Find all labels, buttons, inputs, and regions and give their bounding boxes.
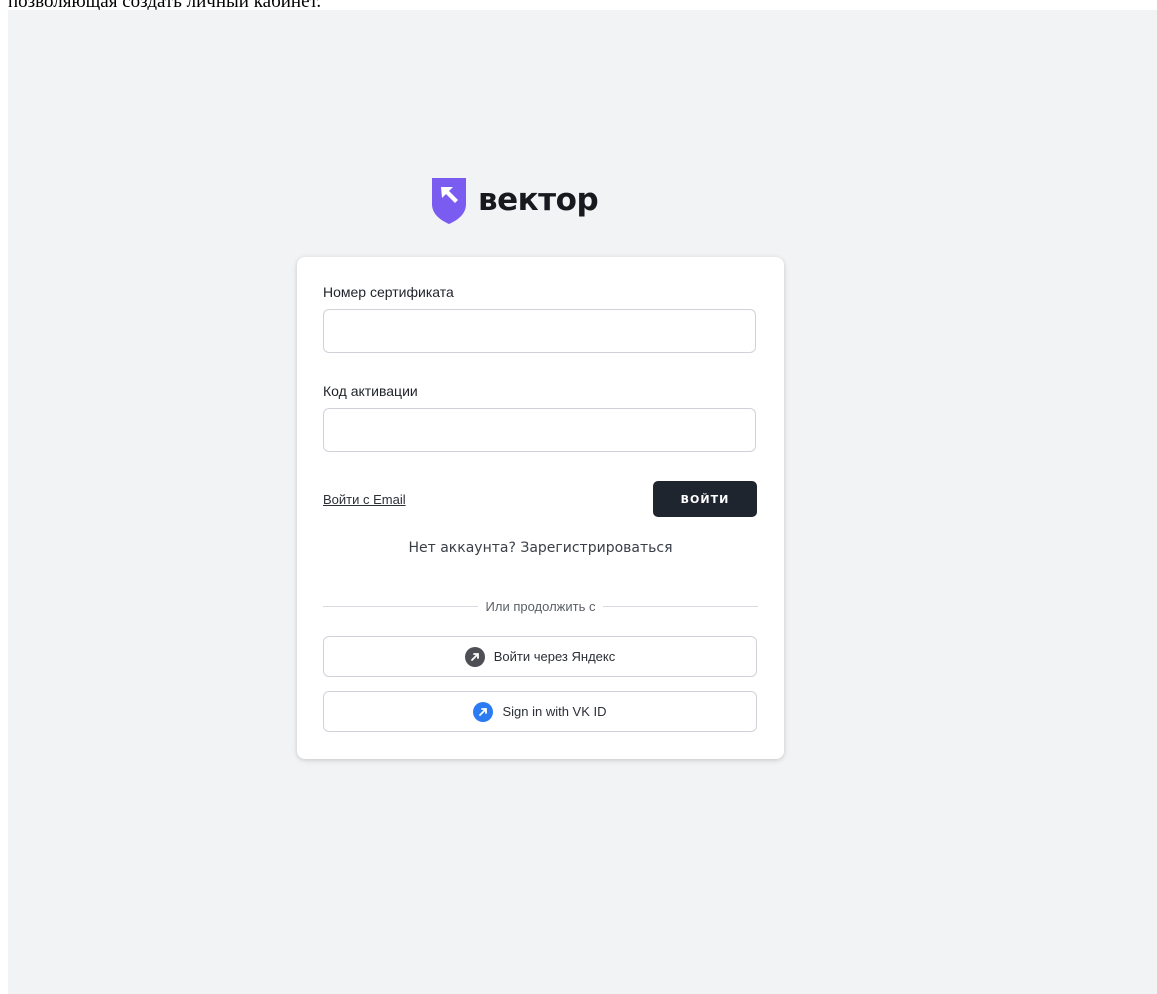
yandex-icon bbox=[464, 646, 485, 667]
activation-label: Код активации bbox=[323, 383, 418, 399]
login-with-email-link[interactable]: Войти с Email bbox=[323, 492, 406, 507]
certificate-label: Номер сертификата bbox=[323, 284, 454, 300]
login-button[interactable]: ВОЙТИ bbox=[653, 481, 757, 517]
certificate-number-input[interactable] bbox=[323, 309, 756, 353]
divider-line-right bbox=[603, 605, 758, 607]
activation-code-input[interactable] bbox=[323, 408, 756, 452]
logo-shield-icon bbox=[432, 178, 466, 224]
divider-label: Или продолжить с bbox=[485, 598, 596, 614]
vk-id-login-label: Sign in with VK ID bbox=[502, 704, 607, 719]
page-background: вектор Номер сертификата Код активации В… bbox=[8, 10, 1157, 994]
register-link[interactable]: Нет аккаунта? Зарегистрироваться bbox=[297, 540, 784, 556]
vk-id-icon bbox=[473, 701, 494, 722]
yandex-login-button[interactable]: Войти через Яндекс bbox=[323, 636, 757, 677]
divider-line-left bbox=[323, 605, 478, 607]
vk-id-login-button[interactable]: Sign in with VK ID bbox=[323, 691, 757, 732]
brand-logo: вектор bbox=[430, 174, 599, 226]
divider: Или продолжить с bbox=[323, 598, 758, 614]
login-card: Номер сертификата Код активации Войти с … bbox=[297, 257, 784, 759]
logo-wordmark: вектор bbox=[478, 182, 599, 218]
yandex-login-label: Войти через Яндекс bbox=[493, 649, 616, 664]
